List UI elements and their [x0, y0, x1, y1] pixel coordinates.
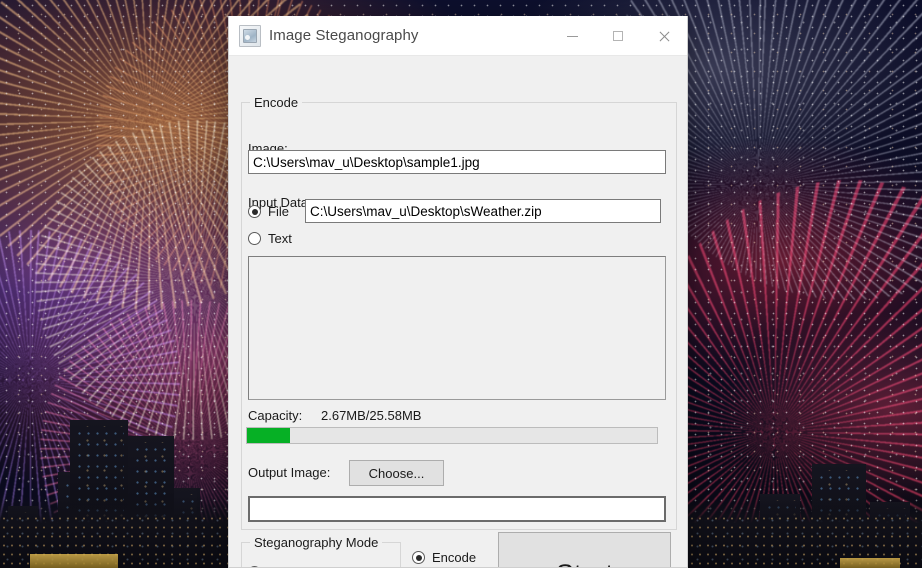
steganography-mode-label: Steganography Mode — [250, 535, 383, 550]
capacity-label: Capacity: — [248, 408, 303, 423]
minimize-icon — [566, 35, 578, 37]
output-image-label: Output Image: — [248, 465, 331, 480]
text-radio-label: Text — [268, 231, 292, 246]
image-path-input[interactable] — [248, 150, 666, 174]
capacity-progress-fill — [247, 428, 290, 443]
lit-facade — [30, 554, 118, 568]
operation-encode-label: Encode — [432, 550, 477, 565]
lit-facade — [840, 558, 900, 568]
desktop: Image Steganography Encode Image: In — [0, 0, 922, 568]
minimize-button[interactable] — [549, 16, 595, 56]
encode-group-label: Encode — [250, 95, 303, 110]
image-steganography-window: Image Steganography Encode Image: In — [228, 16, 688, 568]
app-icon — [239, 24, 261, 47]
maximize-button[interactable] — [595, 16, 641, 56]
text-input-area[interactable] — [248, 256, 666, 400]
choose-output-button[interactable]: Choose... — [349, 460, 444, 486]
maximize-icon — [613, 31, 623, 41]
window-client-area: Encode Image: Input Data: File Text Capa… — [229, 56, 687, 567]
window-controls — [549, 16, 687, 56]
start-button[interactable]: Start — [498, 532, 671, 567]
file-radio-label: File — [268, 204, 289, 219]
input-source-file-radio[interactable]: File — [248, 204, 289, 219]
input-source-text-radio[interactable]: Text — [248, 231, 292, 246]
operation-encode-radio[interactable]: Encode — [412, 550, 476, 565]
capacity-progress-bar — [246, 427, 658, 444]
data-file-path-input[interactable] — [305, 199, 661, 223]
close-button[interactable] — [641, 16, 687, 56]
window-titlebar[interactable]: Image Steganography — [229, 16, 687, 56]
radio-off-icon — [248, 232, 261, 245]
radio-on-icon — [248, 205, 261, 218]
window-title: Image Steganography — [269, 27, 419, 44]
close-icon — [658, 30, 671, 43]
radio-on-icon — [412, 551, 425, 564]
output-path-input[interactable] — [248, 496, 666, 522]
capacity-value: 2.67MB/25.58MB — [321, 408, 422, 423]
